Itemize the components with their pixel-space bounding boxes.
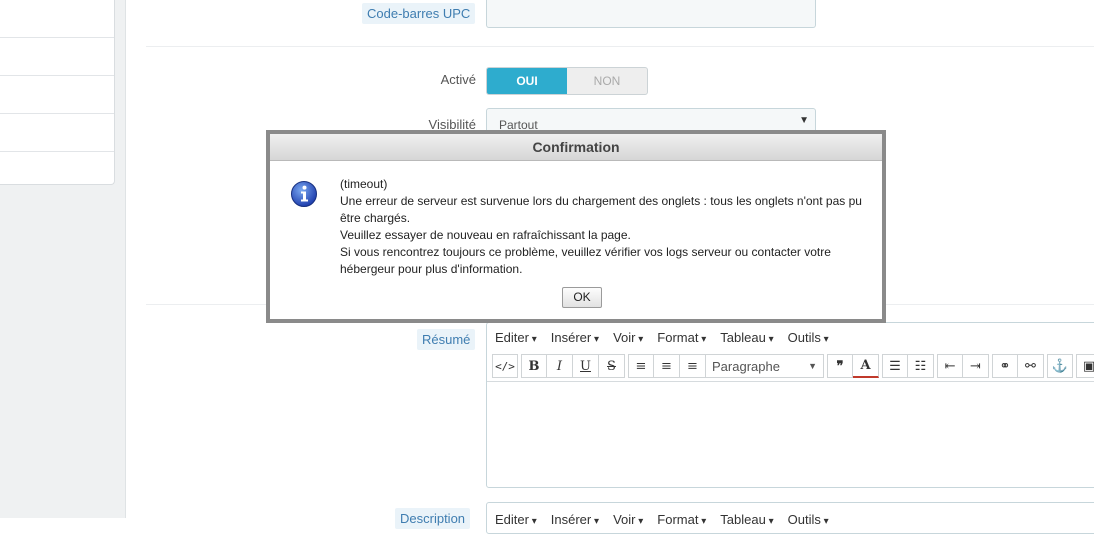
left-nav-item[interactable] (0, 0, 114, 38)
menu-view[interactable]: Voir (613, 512, 643, 527)
strikethrough-icon[interactable]: S (599, 354, 625, 378)
menu-table[interactable]: Tableau (720, 512, 773, 527)
align-center-icon[interactable]: ≡ (654, 354, 680, 378)
left-column (0, 0, 126, 518)
anchor-icon[interactable]: ⚓ (1047, 354, 1073, 378)
summary-editor[interactable]: Editer Insérer Voir Format Tableau Outil… (486, 322, 1094, 488)
dialog-message: (timeout) Une erreur de serveur est surv… (340, 176, 870, 278)
outdent-icon[interactable]: ⇤ (937, 354, 963, 378)
paragraph-dropdown[interactable]: Paragraphe ▼ (706, 354, 824, 378)
menu-edit[interactable]: Editer (495, 512, 537, 527)
menu-tools[interactable]: Outils (788, 330, 829, 345)
image-icon[interactable]: ▣ (1076, 354, 1094, 378)
dialog-title: Confirmation (270, 134, 882, 161)
switch-no[interactable]: NON (567, 68, 647, 94)
confirmation-dialog: Confirmation (timeout) Une erreur de ser… (266, 130, 886, 323)
bullet-list-icon[interactable]: ☰ (882, 354, 908, 378)
message-line: Veuillez essayer de nouveau en rafraîchi… (340, 228, 631, 242)
chevron-down-icon: ▼ (799, 115, 809, 126)
source-code-icon[interactable]: </> (492, 354, 518, 378)
ok-button[interactable]: OK (562, 287, 602, 308)
menu-format[interactable]: Format (657, 512, 706, 527)
blockquote-icon[interactable]: ❞ (827, 354, 853, 378)
active-label: Activé (440, 72, 476, 87)
underline-icon[interactable]: U (573, 354, 599, 378)
menu-insert[interactable]: Insérer (551, 512, 599, 527)
left-nav-item[interactable] (0, 76, 114, 114)
info-icon (291, 181, 317, 207)
summary-label: Résumé (417, 329, 476, 350)
description-editor[interactable]: Editer Insérer Voir Format Tableau Outil… (486, 502, 1094, 534)
numbered-list-icon[interactable]: ☷ (908, 354, 934, 378)
divider (146, 46, 1094, 47)
paragraph-value: Paragraphe (712, 358, 780, 374)
indent-icon[interactable]: ⇥ (963, 354, 989, 378)
message-line: Une erreur de serveur est survenue lors … (340, 194, 866, 225)
message-line: (timeout) (340, 177, 388, 191)
switch-yes[interactable]: OUI (487, 68, 567, 94)
italic-icon[interactable]: I (547, 354, 573, 378)
align-right-icon[interactable]: ≡ (680, 354, 706, 378)
menu-format[interactable]: Format (657, 330, 706, 345)
menu-insert[interactable]: Insérer (551, 330, 599, 345)
left-nav-item[interactable] (0, 152, 114, 189)
left-nav-item[interactable] (0, 114, 114, 152)
editor-menubar: Editer Insérer Voir Format Tableau Outil… (487, 503, 1094, 533)
message-line: Si vous rencontrez toujours ce problème,… (340, 245, 835, 276)
left-nav-item[interactable] (0, 38, 114, 76)
link-icon[interactable]: ⚭ (992, 354, 1018, 378)
upc-input[interactable] (486, 0, 816, 28)
editor-menubar: Editer Insérer Voir Format Tableau Outil… (487, 323, 1094, 351)
editor-toolbar: </> B I U S ≡ ≡ ≡ Paragraphe ▼ ❞ A ☰ ☷ ⇤… (487, 351, 1094, 382)
bold-icon[interactable]: B (521, 354, 547, 378)
unlink-icon[interactable]: ⚯ (1018, 354, 1044, 378)
active-switch[interactable]: OUI NON (486, 67, 648, 95)
upc-label: Code-barres UPC (362, 3, 476, 24)
description-label: Description (395, 508, 471, 529)
left-nav-panel (0, 0, 115, 185)
chevron-down-icon: ▼ (808, 361, 817, 371)
text-color-icon[interactable]: A (853, 354, 879, 378)
menu-edit[interactable]: Editer (495, 330, 537, 345)
menu-view[interactable]: Voir (613, 330, 643, 345)
menu-table[interactable]: Tableau (720, 330, 773, 345)
align-left-icon[interactable]: ≡ (628, 354, 654, 378)
menu-tools[interactable]: Outils (788, 512, 829, 527)
